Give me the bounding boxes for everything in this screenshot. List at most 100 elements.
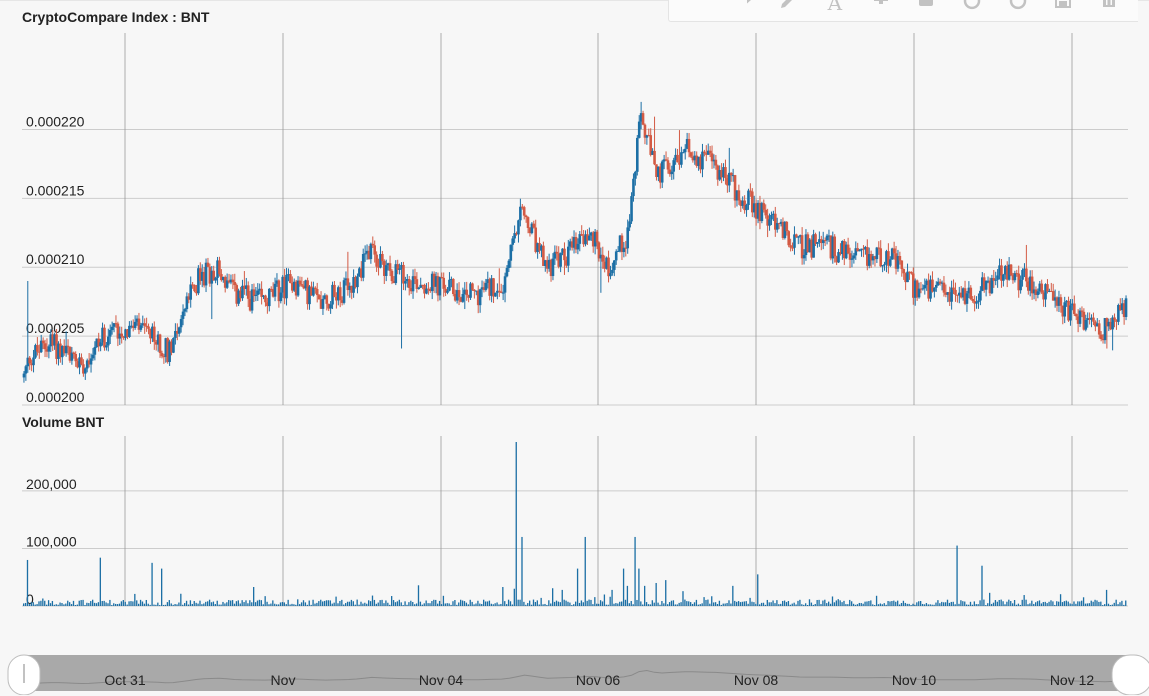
volume-bar: [130, 601, 132, 606]
candle-body: [666, 160, 670, 170]
volume-bar: [343, 604, 345, 606]
candle-body: [900, 260, 904, 270]
volume-bar: [887, 600, 889, 606]
candle-body: [214, 277, 217, 281]
volume-bar: [966, 604, 968, 606]
volume-bar: [373, 599, 376, 606]
volume-bar: [266, 601, 268, 606]
volume-bar: [36, 604, 38, 606]
candle-body: [883, 264, 886, 266]
undo-icon[interactable]: [960, 0, 984, 10]
candle-body: [689, 152, 693, 157]
price-panel-title: CryptoCompare Index : BNT: [22, 9, 210, 25]
price-ytick-label: 0.000215: [26, 182, 85, 198]
candle-body: [1113, 317, 1116, 321]
volume-bar: [335, 596, 337, 606]
volume-bar: [601, 601, 604, 606]
horizontal-line-icon[interactable]: [686, 0, 710, 10]
volume-bar: [983, 599, 985, 606]
volume-bar: [862, 603, 864, 606]
candle-body: [206, 262, 210, 267]
volume-bar: [134, 593, 136, 606]
volume-bar: [736, 601, 738, 606]
volume-bar: [274, 603, 276, 606]
volume-bar: [638, 568, 640, 606]
price-plot-area: [22, 33, 1128, 405]
volume-bar: [24, 602, 27, 606]
candle-body: [875, 247, 879, 260]
trash-icon[interactable]: [1097, 0, 1121, 10]
volume-bar: [981, 565, 983, 606]
volume-bar: [174, 604, 176, 606]
volume-bar: [921, 603, 924, 606]
candle-body: [994, 279, 998, 281]
volume-bar: [745, 601, 747, 606]
volume-bar: [987, 603, 989, 606]
volume-bar: [492, 604, 494, 606]
candle-body: [609, 273, 612, 277]
redo-icon[interactable]: [1006, 0, 1030, 10]
volume-bar: [394, 602, 397, 606]
volume-bar: [293, 604, 295, 606]
volume-bar: [195, 602, 197, 606]
volume-bar: [356, 599, 358, 606]
volume-bar: [998, 599, 1000, 606]
arrow-icon[interactable]: [732, 0, 756, 10]
candle-body: [181, 311, 185, 319]
volume-bar: [787, 600, 790, 606]
candle-body: [43, 343, 47, 350]
candle-body: [626, 227, 630, 249]
text-icon[interactable]: A: [823, 0, 847, 13]
candle-body: [1069, 305, 1072, 321]
volume-bar: [486, 601, 489, 606]
volume-bar: [230, 600, 232, 606]
volume-bar: [538, 604, 540, 606]
volume-bar: [419, 601, 422, 606]
candle-body: [465, 289, 469, 296]
volume-bar: [402, 605, 404, 606]
navigator-date-label: Nov 08: [734, 672, 779, 688]
volume-bar: [406, 604, 408, 606]
candle-body: [218, 260, 221, 275]
volume-bar: [693, 602, 696, 606]
candle-body: [110, 326, 114, 331]
volume-bar: [1056, 601, 1058, 606]
candle-body: [816, 242, 819, 244]
volume-bar: [494, 603, 496, 606]
square-icon[interactable]: [914, 0, 938, 10]
navigator-right-handle[interactable]: [1111, 654, 1149, 695]
volume-bar: [463, 601, 466, 606]
volume-bar: [835, 600, 837, 606]
volume-bar: [346, 601, 349, 606]
navigator-left-handle[interactable]: [7, 654, 41, 695]
volume-bar: [312, 599, 314, 606]
volume-bar: [711, 596, 713, 606]
volume-bar: [157, 602, 159, 606]
volume-bar: [235, 601, 238, 606]
volume-bar: [61, 603, 63, 606]
volume-bar: [747, 603, 749, 606]
plus-icon[interactable]: [869, 0, 893, 10]
volume-bar: [875, 595, 878, 606]
volume-bar: [596, 603, 598, 606]
volume-bar: [1107, 603, 1110, 606]
candle-body: [105, 345, 108, 348]
volume-bar: [1121, 600, 1123, 606]
volume-bar: [53, 604, 55, 606]
volume-bar: [425, 600, 427, 606]
volume-bar: [23, 603, 25, 606]
candle-body: [317, 295, 321, 300]
volume-bar: [435, 599, 437, 606]
candle-body: [635, 137, 639, 172]
volume-bar: [770, 602, 772, 606]
candle-body: [503, 276, 507, 293]
candle-body: [519, 206, 522, 221]
candle-body: [1021, 270, 1024, 280]
candle-body: [342, 280, 346, 303]
candle-body: [641, 113, 645, 125]
volume-bar: [868, 601, 870, 606]
candle-body: [555, 251, 559, 254]
volume-bar: [28, 604, 31, 606]
save-icon[interactable]: [1051, 0, 1075, 10]
pencil-icon[interactable]: [777, 0, 801, 10]
